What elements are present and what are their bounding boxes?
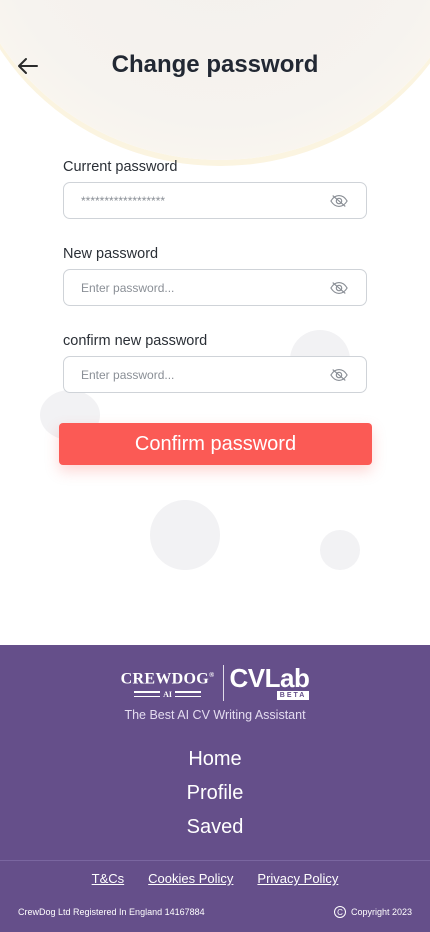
- confirm-password-input-wrapper: [63, 356, 367, 393]
- current-password-input[interactable]: [64, 183, 366, 218]
- copyright: C Copyright 2023: [333, 906, 412, 918]
- footer-tagline: The Best AI CV Writing Assistant: [124, 708, 306, 722]
- app-header: Change password: [0, 0, 430, 130]
- eye-off-icon[interactable]: [330, 367, 348, 383]
- legal-links: T&Cs Cookies Policy Privacy Policy: [0, 871, 430, 886]
- current-password-label: Current password: [63, 159, 178, 175]
- page-title: Change password: [111, 51, 319, 78]
- confirm-password-button[interactable]: Confirm password: [59, 423, 372, 465]
- background-blob: [150, 500, 220, 570]
- footer-link-home[interactable]: Home: [0, 742, 430, 776]
- footer-bottom-row: CrewDog Ltd Registered In England 141678…: [18, 906, 412, 918]
- wings-icon: AI: [134, 689, 202, 699]
- copyright-text: Copyright 2023: [350, 907, 412, 917]
- footer-divider: [0, 860, 430, 861]
- footer-nav: Home Profile Saved: [0, 742, 430, 844]
- terms-link[interactable]: T&Cs: [92, 871, 125, 886]
- cookies-policy-link[interactable]: Cookies Policy: [148, 871, 233, 886]
- cvlab-wordmark: CVLab: [229, 663, 310, 693]
- company-registration: CrewDog Ltd Registered In England 141678…: [18, 907, 205, 917]
- current-password-field: Current password: [63, 158, 367, 219]
- eye-off-icon[interactable]: [330, 193, 348, 209]
- new-password-field: New password: [63, 245, 367, 306]
- crewdog-logo: CREWDOG® AI: [120, 667, 223, 699]
- new-password-input[interactable]: [64, 270, 366, 305]
- confirm-password-label: confirm new password: [63, 333, 208, 349]
- current-password-input-wrapper: [63, 182, 367, 219]
- crewdog-ai-label: AI: [163, 689, 173, 699]
- logo-divider: [222, 665, 224, 701]
- site-footer: CREWDOG® AI CVLab BETA The Best AI CV Wr…: [0, 645, 430, 932]
- new-password-label: New password: [63, 246, 159, 262]
- change-password-form: Current password New password confirm ne…: [63, 158, 367, 419]
- background-blob: [320, 530, 360, 570]
- crewdog-wordmark: CREWDOG®: [120, 670, 215, 688]
- copyright-icon: C: [333, 906, 346, 918]
- new-password-input-wrapper: [63, 269, 367, 306]
- footer-link-saved[interactable]: Saved: [0, 810, 430, 844]
- cvlab-logo: CVLab BETA: [229, 663, 310, 700]
- beta-badge: BETA: [276, 691, 310, 700]
- confirm-password-field: confirm new password: [63, 332, 367, 393]
- confirm-password-input[interactable]: [64, 357, 366, 392]
- privacy-policy-link[interactable]: Privacy Policy: [257, 871, 338, 886]
- footer-logo[interactable]: CREWDOG® AI CVLab BETA: [0, 663, 430, 703]
- eye-off-icon[interactable]: [330, 280, 348, 296]
- footer-link-profile[interactable]: Profile: [0, 776, 430, 810]
